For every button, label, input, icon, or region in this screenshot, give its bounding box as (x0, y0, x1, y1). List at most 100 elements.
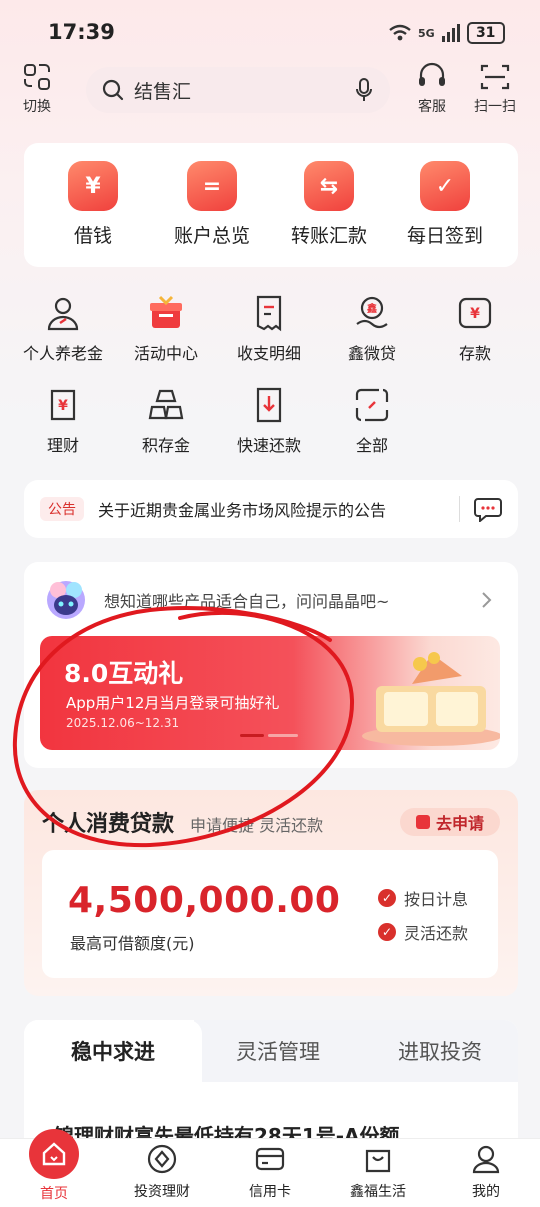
tab-label: 进取投资 (398, 1040, 482, 1064)
nav-label: 鑫福生活 (350, 1184, 406, 1200)
quick-action-label: 账户总览 (173, 225, 250, 247)
repay-icon (256, 387, 282, 423)
wifi-icon (389, 24, 411, 41)
scan-icon (480, 64, 510, 90)
grid-item-wealth[interactable]: ¥ 理财 (11, 386, 115, 456)
grid-item-deposit[interactable]: ¥ 存款 (423, 294, 527, 364)
feature-label: 按日计息 (404, 890, 469, 909)
grid-label: 积存金 (141, 436, 190, 455)
microphone-icon[interactable] (354, 77, 374, 103)
feature-label: 灵活还款 (404, 924, 469, 943)
nav-investment[interactable]: 投资理财 (108, 1143, 216, 1201)
bill-icon (256, 295, 282, 332)
assistant-avatar[interactable] (44, 578, 88, 626)
loan-amount-panel: 4,500,000.00 最高可借额度(元) ✓ 按日计息 ✓ 灵活还款 (42, 850, 498, 978)
apply-label: 去申请 (435, 814, 484, 833)
grid-item-all[interactable]: 全部 (320, 386, 424, 456)
user-icon (472, 1145, 500, 1174)
tab-steady[interactable]: 稳中求进 (24, 1020, 202, 1082)
banner-subtitle: App用户12月当月登录可抽好礼 (66, 694, 280, 712)
status-icons: 5G 31 (388, 22, 505, 44)
loan-title: 个人消费贷款 (42, 812, 175, 837)
deposit-icon: ¥ (458, 297, 492, 329)
apply-button[interactable]: 去申请 (400, 808, 500, 836)
grid-label: 存款 (458, 344, 491, 363)
quick-actions-card: ¥ 借钱 = 账户总览 ⇆ 转账汇款 ✓ 每日签到 (24, 143, 518, 267)
search-icon (102, 79, 124, 101)
nav-label: 首页 (40, 1186, 68, 1202)
quick-action-label: 每日签到 (406, 225, 483, 247)
tab-label: 灵活管理 (236, 1040, 320, 1064)
feature-item: ✓ 灵活还款 (378, 920, 468, 944)
scan-button[interactable]: 扫一扫 (474, 62, 516, 116)
gift-box-icon (150, 295, 182, 328)
loan-subtitle: 申请便捷 灵活还款 (190, 816, 324, 835)
notice-tag: 公告 (40, 497, 84, 521)
grid-item-transactions[interactable]: 收支明细 (217, 294, 321, 364)
quick-action-label: 转账汇款 (290, 225, 367, 247)
grid-item-quick-repay[interactable]: 快速还款 (217, 386, 321, 456)
status-time: 17:39 (48, 20, 115, 44)
grid-label: 收支明细 (236, 344, 301, 363)
nav-label: 我的 (472, 1184, 500, 1200)
switch-button[interactable]: 切换 (22, 62, 52, 116)
grid-item-gold-savings[interactable]: 积存金 (114, 386, 218, 456)
assistant-text[interactable]: 想知道哪些产品适合自己，问问晶晶吧~ (104, 588, 389, 612)
wealth-doc-icon: ¥ (50, 389, 76, 421)
carousel-dot-active (240, 734, 264, 737)
notice-bar[interactable]: 公告 关于近期贵金属业务市场风险提示的公告 (24, 480, 518, 538)
check-icon: ✓ (378, 889, 396, 907)
loan-amount-label: 最高可借额度(元) (70, 934, 195, 953)
svg-text:¥: ¥ (58, 398, 68, 414)
notice-text[interactable]: 关于近期贵金属业务市场风险提示的公告 (98, 497, 386, 521)
loan-amount: 4,500,000.00 (68, 880, 341, 921)
tab-flexible[interactable]: 灵活管理 (202, 1020, 354, 1082)
headset-icon (419, 62, 445, 86)
quick-action-borrow[interactable]: ¥ 借钱 (34, 161, 152, 248)
switch-icon (24, 64, 50, 90)
customer-service-button[interactable]: 客服 (416, 62, 448, 116)
quick-action-account-overview[interactable]: = 账户总览 (153, 161, 271, 248)
promo-banner[interactable]: 8.0互动礼 App用户12月当月登录可抽好礼 2025.12.06~12.31 (40, 636, 500, 750)
svg-text:¥: ¥ (470, 306, 480, 322)
person-icon (47, 297, 79, 331)
nav-credit-card[interactable]: 信用卡 (216, 1143, 324, 1201)
grid-label: 活动中心 (133, 344, 198, 363)
bottom-nav: 首页 投资理财 信用卡 鑫福生活 我的 (0, 1129, 540, 1207)
grid-item-micro-loan[interactable]: 鑫 鑫微贷 (320, 294, 424, 364)
grid-label: 全部 (355, 436, 388, 455)
divider (459, 496, 460, 522)
grid-item-activity-center[interactable]: 活动中心 (114, 294, 218, 364)
all-apps-icon (355, 388, 389, 422)
message-icon[interactable] (474, 496, 502, 522)
grid-label: 个人养老金 (22, 344, 103, 363)
credit-card-icon (255, 1147, 285, 1171)
service-label: 客服 (418, 99, 446, 115)
quick-action-transfer[interactable]: ⇆ 转账汇款 (270, 161, 388, 248)
quick-action-daily-checkin[interactable]: ✓ 每日签到 (386, 161, 504, 248)
nav-life[interactable]: 鑫福生活 (324, 1143, 432, 1201)
switch-label: 切换 (23, 99, 51, 115)
nav-home[interactable]: 首页 (0, 1129, 108, 1203)
tab-aggressive[interactable]: 进取投资 (362, 1020, 518, 1082)
banner-title: 8.0互动礼 (64, 659, 184, 688)
shopping-bag-icon (365, 1149, 391, 1173)
scan-label: 扫一扫 (474, 99, 516, 115)
grid-label: 快速还款 (236, 436, 301, 455)
battery-indicator: 31 (466, 22, 505, 44)
carousel-dot (268, 734, 298, 737)
nav-profile[interactable]: 我的 (432, 1143, 540, 1201)
account-icon: = (187, 161, 237, 211)
mascot-icon (47, 581, 85, 619)
grid-item-pension[interactable]: 个人养老金 (11, 294, 115, 364)
nav-label: 投资理财 (134, 1184, 190, 1200)
search-bar[interactable] (86, 67, 390, 113)
nav-label: 信用卡 (249, 1184, 291, 1200)
search-input[interactable] (132, 78, 336, 102)
feature-item: ✓ 按日计息 (378, 886, 468, 910)
chevron-right-icon[interactable] (480, 590, 494, 610)
banner-date: 2025.12.06~12.31 (66, 716, 180, 730)
gift-box-illustration (362, 652, 500, 746)
coin-hand-icon: 鑫 (356, 296, 388, 329)
svg-text:鑫: 鑫 (366, 302, 377, 315)
